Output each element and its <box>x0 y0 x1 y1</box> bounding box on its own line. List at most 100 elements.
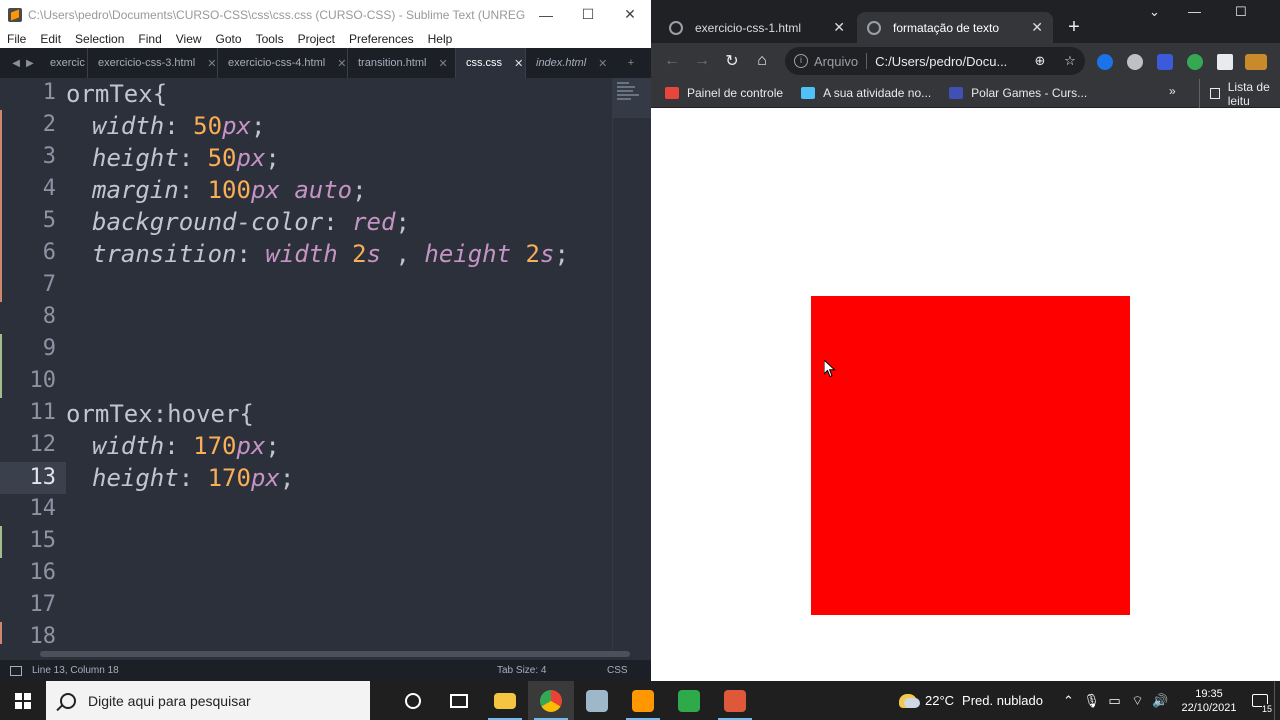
tab-close-icon[interactable]: ✕ <box>514 57 523 70</box>
bookmark-painel[interactable]: Painel de controle <box>665 86 783 100</box>
minimize-icon[interactable]: — <box>525 7 567 23</box>
taskbar-camtasia-red[interactable] <box>712 681 758 720</box>
chrome-tabbar: exercicio-css-1.html ✕ formatação de tex… <box>651 0 1280 43</box>
tab-close-icon[interactable]: ✕ <box>598 57 607 70</box>
syntax-mode[interactable]: CSS <box>607 665 651 676</box>
tab-exercicio-css-4[interactable]: exercicio-css-4.html ✕ <box>218 48 348 78</box>
minimap-line <box>617 86 635 88</box>
minimap-line <box>617 94 639 96</box>
menu-preferences[interactable]: Preferences <box>342 32 421 46</box>
horizontal-scrollbar[interactable] <box>40 651 630 657</box>
menu-find[interactable]: Find <box>131 32 168 46</box>
extension-green-icon[interactable] <box>1187 54 1203 70</box>
bookmark-star-icon[interactable]: ☆ <box>1055 53 1085 69</box>
weather-widget[interactable]: 22°C Pred. nublado <box>899 693 1043 708</box>
home-icon[interactable]: ⌂ <box>747 52 777 70</box>
more-bookmarks-icon[interactable]: » <box>1169 84 1176 98</box>
line-number: 15 <box>29 528 57 553</box>
panel-toggle-icon[interactable] <box>10 665 22 676</box>
tab-close-icon[interactable]: ✕ <box>1031 19 1043 36</box>
line-number-gutter: 1 2 3 4 5 6 7 8 9 10 11 12 13 14 15 16 1… <box>0 78 66 651</box>
tab-close-icon[interactable]: ✕ <box>337 57 346 70</box>
bookmark-atividade[interactable]: A sua atividade no... <box>801 86 931 100</box>
url-text[interactable]: C:/Users/pedro/Docu... <box>875 54 1025 69</box>
start-button[interactable] <box>0 681 46 720</box>
notification-center[interactable]: 15 <box>1246 681 1274 720</box>
extension-edge-icon[interactable] <box>1097 54 1113 70</box>
volume-icon[interactable]: 🔊 <box>1149 693 1172 709</box>
tab-search-icon[interactable]: ⌄ <box>1149 4 1160 20</box>
taskbar-sublime[interactable] <box>620 681 666 720</box>
maximize-icon[interactable]: ☐ <box>567 6 609 23</box>
wifi-icon[interactable]: ⌔ <box>1126 693 1149 709</box>
menu-view[interactable]: View <box>169 32 209 46</box>
bookmark-favicon-icon <box>801 87 816 99</box>
arrow-left-icon[interactable]: ◀ <box>12 58 20 69</box>
taskbar-file-explorer[interactable] <box>482 681 528 720</box>
tab-css-css[interactable]: css.css ✕ <box>456 48 526 78</box>
forward-icon[interactable]: → <box>687 52 717 70</box>
menu-goto[interactable]: Goto <box>209 32 249 46</box>
tab-exercicio-partial[interactable]: exercic <box>46 48 88 78</box>
tab-scroll-arrows[interactable]: ◀ ▶ <box>0 48 46 78</box>
menu-file[interactable]: File <box>0 32 33 46</box>
bookmark-polar-games[interactable]: Polar Games - Curs... <box>949 86 1087 100</box>
taskbar-camtasia-green[interactable] <box>666 681 712 720</box>
css-property: width <box>92 112 165 140</box>
code-line-13: height: 170px; <box>92 464 295 492</box>
code-line-3: height: 50px; <box>92 144 280 172</box>
cortana-button[interactable] <box>390 681 436 720</box>
show-desktop-button[interactable] <box>1274 681 1280 720</box>
arrow-right-icon[interactable]: ▶ <box>26 58 34 69</box>
microphone-icon[interactable]: 🎙 <box>1080 693 1103 709</box>
tab-transition[interactable]: transition.html ✕ <box>348 48 456 78</box>
code-editor[interactable]: ormTex{ width: 50px; height: 50px; margi… <box>66 78 612 651</box>
system-tray: 22°C Pred. nublado ⌃ 🎙 ▭ ⌔ 🔊 19:35 22/10… <box>899 681 1280 720</box>
browser-tab-exercicio[interactable]: exercicio-css-1.html ✕ <box>659 12 855 43</box>
tab-index[interactable]: index.html ✕ <box>526 48 616 78</box>
extension-gear-icon[interactable] <box>1127 54 1143 70</box>
reading-list[interactable]: Lista de leitu <box>1199 79 1280 108</box>
task-view-button[interactable] <box>436 681 482 720</box>
battery-icon[interactable]: ▭ <box>1103 693 1126 709</box>
cortana-icon <box>405 692 421 709</box>
extension-p-icon[interactable] <box>1157 54 1173 70</box>
browser-tab-formatacao[interactable]: formatação de texto ✕ <box>857 12 1053 43</box>
menu-help[interactable]: Help <box>421 32 460 46</box>
taskbar-search[interactable]: Digite aqui para pesquisar <box>46 681 370 720</box>
chevron-up-icon[interactable]: ⌃ <box>1057 693 1080 709</box>
minimap[interactable] <box>612 78 651 651</box>
reading-list-label: Lista de leitu <box>1227 79 1270 108</box>
taskbar-app[interactable] <box>574 681 620 720</box>
extensions-puzzle-icon[interactable] <box>1217 54 1233 70</box>
reload-icon[interactable]: ↻ <box>717 51 747 71</box>
css-number: 2 <box>352 240 367 268</box>
menu-selection[interactable]: Selection <box>68 32 131 46</box>
maximize-icon[interactable]: ☐ <box>1235 4 1247 20</box>
info-icon[interactable]: i <box>794 54 808 68</box>
minimize-icon[interactable]: — <box>1188 4 1201 19</box>
zoom-icon[interactable]: ⊕ <box>1025 53 1055 69</box>
tab-label: index.html <box>536 57 587 69</box>
close-icon[interactable]: ✕ <box>609 6 651 23</box>
tab-exercicio-css-3[interactable]: exercicio-css-3.html ✕ <box>88 48 218 78</box>
tab-close-icon[interactable]: ✕ <box>207 57 216 70</box>
date: 22/10/2021 <box>1181 701 1237 714</box>
menu-tools[interactable]: Tools <box>249 32 291 46</box>
new-tab-icon[interactable]: + <box>616 48 646 78</box>
tab-label: exercicio-css-3.html <box>98 57 196 69</box>
tab-size[interactable]: Tab Size: 4 <box>497 665 607 676</box>
address-bar[interactable]: i Arquivo C:/Users/pedro/Docu... ⊕ ☆ <box>785 47 1085 75</box>
animated-red-box[interactable] <box>811 296 1130 615</box>
css-property: background-color <box>92 208 324 236</box>
taskbar-chrome[interactable] <box>528 681 574 720</box>
tab-close-icon[interactable]: ✕ <box>438 57 447 70</box>
tab-close-icon[interactable]: ✕ <box>833 19 845 36</box>
css-selector: ormTex <box>66 80 153 108</box>
extension-cart-icon[interactable] <box>1245 54 1267 70</box>
new-tab-icon[interactable]: + <box>1065 16 1083 38</box>
back-icon[interactable]: ← <box>657 52 687 70</box>
clock[interactable]: 19:35 22/10/2021 <box>1178 687 1240 715</box>
menu-edit[interactable]: Edit <box>33 32 68 46</box>
menu-project[interactable]: Project <box>291 32 342 46</box>
